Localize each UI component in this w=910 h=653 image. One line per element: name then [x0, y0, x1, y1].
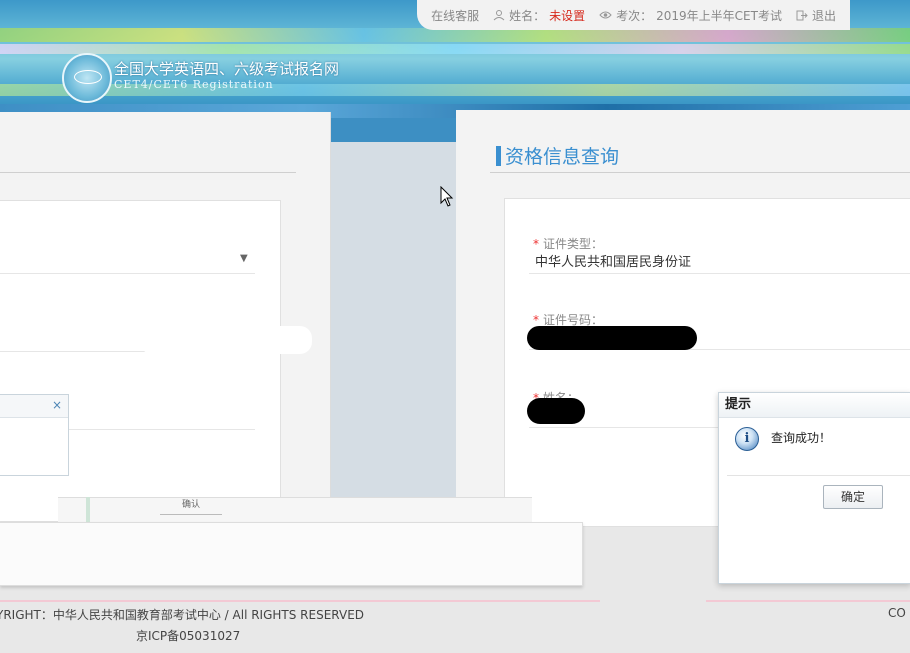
exam-icon: [599, 11, 612, 19]
footer-divider: [706, 600, 910, 602]
divider: [727, 475, 910, 476]
site-subtitle: CET4/CET6 Registration: [114, 78, 274, 91]
chevron-down-icon[interactable]: ▼: [240, 253, 248, 264]
cet-logo: [62, 53, 112, 103]
icp-license: 京ICP备05031027: [136, 629, 241, 643]
left-dialog: ×: [0, 394, 69, 476]
middle-gap: [330, 118, 456, 523]
online-service-link[interactable]: 在线客服: [431, 7, 479, 24]
divider: [490, 172, 910, 173]
footer-divider: [0, 600, 600, 602]
close-icon[interactable]: ×: [52, 398, 62, 412]
logout-icon: [796, 10, 808, 20]
dialog-message: 查询成功！: [771, 431, 832, 445]
redacted-id-number: [527, 326, 697, 350]
site-header: 在线客服 姓名： 未设置 考次： 2019年上半年CET考试 退出 全国大学英语四、…: [0, 0, 910, 118]
user-icon: [493, 10, 505, 21]
prompt-dialog: 提示 i 查询成功！ 确定: [718, 392, 910, 584]
user-name-item: 姓名： 未设置: [493, 7, 585, 24]
info-icon: i: [735, 427, 759, 451]
logout-label: 退出: [811, 8, 836, 23]
ok-button[interactable]: 确定: [823, 485, 883, 509]
required-star: *: [533, 237, 539, 251]
divider: [0, 273, 255, 274]
exam-label: 考次：: [616, 8, 653, 23]
middle-gap-header: [330, 118, 456, 142]
confirm-button-fragment[interactable]: 确认: [160, 496, 222, 515]
dialog-title: 提示: [719, 393, 910, 418]
redacted-area: [142, 400, 202, 424]
exam-value: 2019年上半年CET考试: [656, 8, 782, 23]
header-decor-band: [0, 44, 910, 54]
dialog-footer-panel: [0, 522, 583, 586]
top-user-bar: 在线客服 姓名： 未设置 考次： 2019年上半年CET考试 退出: [417, 0, 850, 30]
logout-link[interactable]: 退出: [796, 7, 836, 24]
name-value: 未设置: [549, 8, 586, 23]
copyright-text-right: CO: [888, 606, 906, 620]
name-label: 姓名：: [509, 8, 546, 23]
divider: [0, 172, 296, 173]
id-type-value[interactable]: 中华人民共和国居民身份证: [535, 251, 691, 270]
redacted-name: [527, 398, 585, 424]
redacted-area: [140, 326, 312, 354]
left-dialog-header: ×: [0, 395, 68, 418]
page-title: 资格信息查询: [496, 142, 619, 169]
id-type-label: * 证件类型：: [533, 237, 604, 251]
required-star: *: [533, 313, 539, 327]
glitch-artifact: [86, 497, 90, 523]
site-title: 全国大学英语四、六级考试报名网: [114, 60, 340, 78]
mouse-cursor-icon: [440, 186, 454, 207]
exam-session-item: 考次： 2019年上半年CET考试: [599, 7, 782, 24]
copyright-text: YRIGHT：中华人民共和国教育部考试中心 / All RIGHTS RESER…: [0, 608, 365, 622]
title-accent-bar: [496, 145, 501, 166]
header-decor-band: [0, 28, 910, 42]
divider: [529, 273, 910, 274]
page-title-text: 资格信息查询: [505, 146, 620, 168]
